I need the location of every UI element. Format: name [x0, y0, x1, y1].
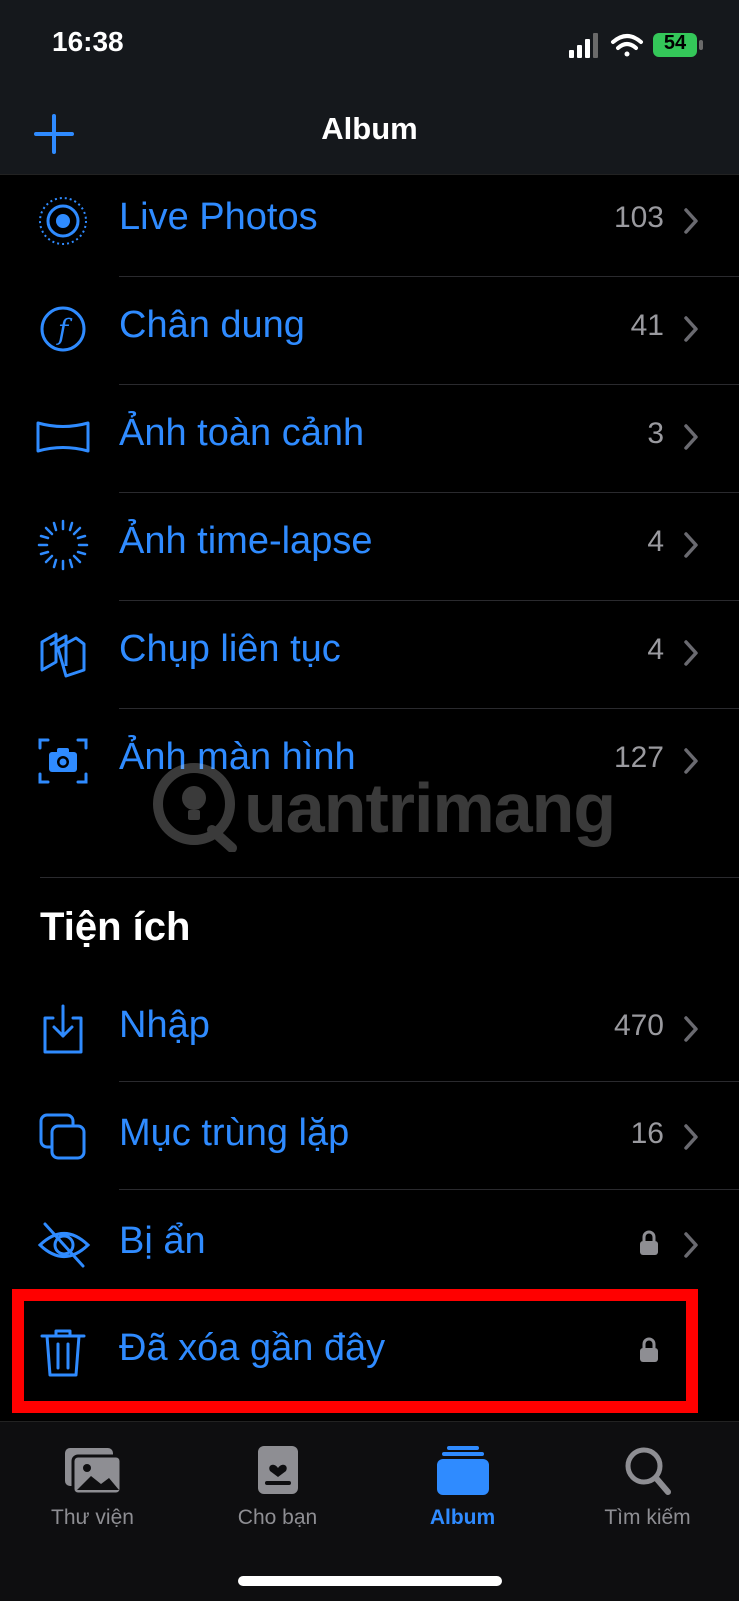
album-row-duplicates[interactable]: Mục trùng lặp 16: [0, 1083, 739, 1190]
chevron-right-icon: [684, 1016, 698, 1042]
watermark-text: uantrimang: [244, 769, 616, 847]
album-count: 41: [630, 309, 664, 342]
tab-albums[interactable]: Album: [370, 1446, 555, 1536]
album-count: 127: [613, 741, 664, 774]
chevron-right-icon: [684, 316, 698, 342]
album-count: 4: [647, 525, 664, 558]
svg-text:f: f: [56, 313, 73, 346]
tab-label: Thư viện: [51, 1506, 134, 1529]
lock-icon: [640, 1230, 658, 1255]
watermark: uantrimang: [148, 762, 616, 853]
album-count: 103: [613, 201, 664, 234]
album-row-panorama[interactable]: Ảnh toàn cảnh 3: [0, 383, 739, 490]
album-label: Ảnh time-lapse: [119, 520, 373, 562]
album-label: Nhập: [119, 1004, 210, 1046]
home-indicator: [238, 1576, 502, 1586]
album-label: Chân dung: [119, 304, 305, 346]
tab-search[interactable]: Tìm kiếm: [555, 1446, 739, 1536]
album-count: 470: [613, 1009, 664, 1042]
album-label: Chụp liên tục: [119, 628, 341, 670]
time-lapse-icon: [37, 519, 89, 571]
burst-icon: [40, 632, 86, 678]
library-icon: [64, 1448, 122, 1496]
for-you-icon: [257, 1446, 298, 1494]
separator: [119, 1189, 739, 1190]
tab-label: Cho bạn: [237, 1506, 318, 1529]
page-title: Album: [321, 111, 418, 146]
tab-library[interactable]: Thư viện: [0, 1446, 185, 1536]
album-row-live-photos[interactable]: Live Photos 103: [0, 167, 739, 274]
album-count: 4: [647, 633, 664, 666]
highlight-box: [12, 1289, 698, 1413]
albums-icon: [436, 1446, 489, 1495]
status-icons: 54: [569, 30, 709, 60]
watermark-logo-icon: [153, 763, 237, 853]
separator: [119, 1081, 739, 1082]
import-icon: [43, 1004, 83, 1054]
album-row-import[interactable]: Nhập 470: [0, 975, 739, 1082]
album-count: 16: [630, 1117, 664, 1150]
album-label: Mục trùng lặp: [119, 1112, 350, 1154]
section-separator: [40, 877, 739, 878]
wifi-icon: [611, 34, 643, 57]
album-row-burst[interactable]: Chụp liên tục 4: [0, 599, 739, 706]
search-icon: [625, 1447, 671, 1495]
portrait-icon: f: [40, 306, 86, 352]
chevron-right-icon: [684, 208, 698, 234]
chevron-right-icon: [684, 532, 698, 558]
album-count: 3: [647, 417, 664, 450]
live-photos-icon: [39, 197, 87, 245]
chevron-right-icon: [684, 1124, 698, 1150]
chevron-right-icon: [684, 748, 698, 774]
signal-icon: [569, 33, 598, 58]
panorama-icon: [36, 421, 90, 453]
album-label: Live Photos: [119, 196, 318, 238]
album-row-hidden[interactable]: Bị ẩn: [0, 1191, 739, 1298]
section-title-utilities: Tiện ích: [40, 905, 191, 949]
chevron-right-icon: [684, 1232, 698, 1258]
chevron-right-icon: [684, 640, 698, 666]
screenshot-icon: [38, 738, 88, 784]
status-time: 16:38: [52, 26, 124, 57]
album-row-time-lapse[interactable]: Ảnh time-lapse 4: [0, 491, 739, 598]
hidden-eye-icon: [37, 1222, 91, 1268]
tab-label: Tìm kiếm: [604, 1506, 691, 1529]
album-label: Bị ẩn: [119, 1220, 206, 1262]
duplicates-icon: [39, 1113, 86, 1160]
tab-label: Album: [429, 1506, 496, 1529]
chevron-right-icon: [684, 424, 698, 450]
album-label: Ảnh toàn cảnh: [119, 412, 365, 454]
tab-for-you[interactable]: Cho bạn: [185, 1446, 370, 1536]
battery-level: 54: [663, 32, 687, 54]
album-row-portrait[interactable]: f Chân dung 41: [0, 275, 739, 382]
